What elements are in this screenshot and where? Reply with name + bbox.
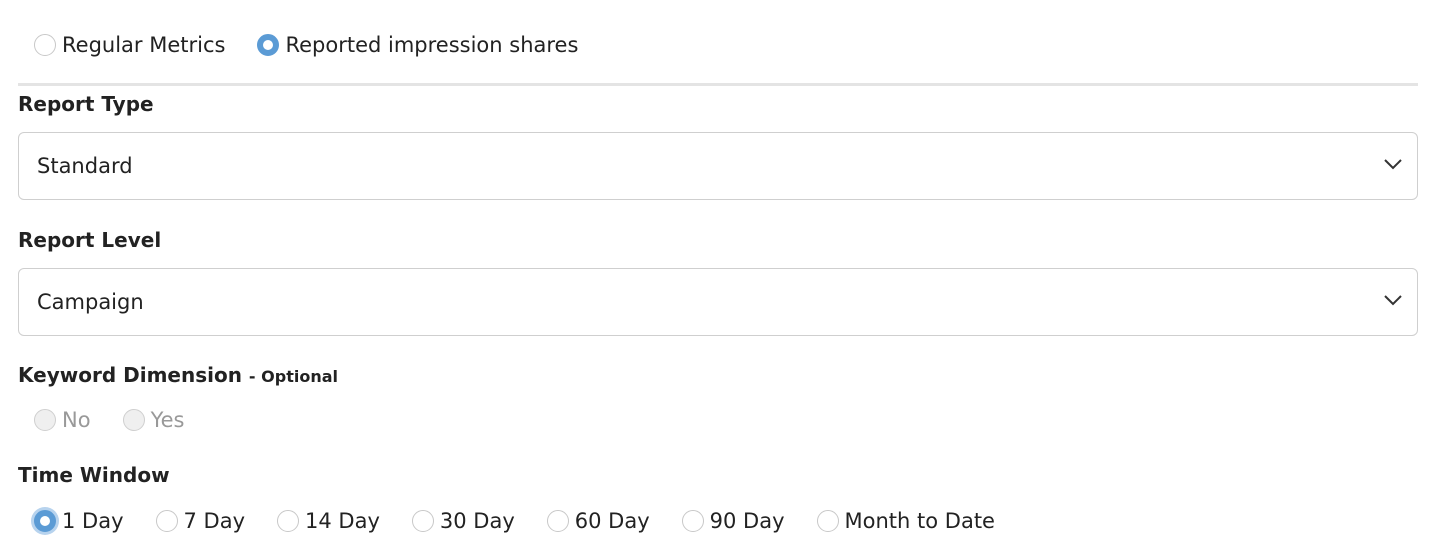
keyword-dimension-group: No Yes	[34, 408, 184, 432]
report-level-value: Campaign	[37, 290, 144, 314]
radio-circle-checked-icon	[34, 510, 56, 532]
radio-label: No	[62, 408, 91, 432]
time-window-1-day-radio[interactable]: 1 Day	[34, 509, 124, 533]
time-window-month-to-date-radio[interactable]: Month to Date	[816, 509, 995, 533]
radio-label: 7 Day	[183, 509, 246, 533]
divider	[18, 83, 1418, 86]
radio-label: Month to Date	[844, 509, 995, 533]
keyword-yes-radio[interactable]: Yes	[122, 408, 185, 432]
radio-circle-icon	[411, 510, 434, 532]
time-window-label: Time Window	[18, 463, 170, 487]
chevron-down-icon	[1384, 159, 1402, 170]
optional-tag: - Optional	[248, 367, 338, 386]
radio-circle-checked-icon	[257, 34, 280, 56]
time-window-7-day-radio[interactable]: 7 Day	[155, 509, 246, 533]
radio-label: Reported impression shares	[285, 33, 579, 57]
radio-circle-icon	[155, 510, 178, 532]
keyword-dimension-title: Keyword Dimension	[18, 363, 242, 387]
radio-label: Regular Metrics	[62, 33, 226, 57]
radio-circle-icon	[34, 409, 56, 431]
keyword-no-radio[interactable]: No	[34, 408, 91, 432]
report-type-select[interactable]: Standard	[18, 132, 1418, 200]
keyword-dimension-label: Keyword Dimension - Optional	[18, 363, 338, 387]
reported-impression-shares-radio[interactable]: Reported impression shares	[257, 33, 578, 57]
time-window-60-day-radio[interactable]: 60 Day	[546, 509, 650, 533]
radio-label: 30 Day	[439, 509, 515, 533]
radio-label: 1 Day	[62, 509, 124, 533]
radio-circle-icon	[546, 510, 569, 532]
radio-label: 14 Day	[305, 509, 380, 533]
radio-circle-icon	[34, 34, 56, 56]
radio-label: Yes	[150, 408, 185, 432]
metric-mode-group: Regular Metrics Reported impression shar…	[34, 33, 578, 57]
time-window-30-day-radio[interactable]: 30 Day	[411, 509, 515, 533]
regular-metrics-radio[interactable]: Regular Metrics	[34, 33, 225, 57]
chevron-down-icon	[1384, 295, 1402, 306]
time-window-14-day-radio[interactable]: 14 Day	[277, 509, 380, 533]
radio-circle-icon	[122, 409, 145, 431]
radio-circle-icon	[277, 510, 300, 532]
report-level-label: Report Level	[18, 228, 162, 252]
radio-label: 90 Day	[709, 509, 785, 533]
report-type-label: Report Type	[18, 92, 154, 116]
time-window-90-day-radio[interactable]: 90 Day	[681, 509, 785, 533]
radio-label: 60 Day	[574, 509, 650, 533]
report-level-select[interactable]: Campaign	[18, 268, 1418, 336]
report-type-value: Standard	[37, 154, 133, 178]
radio-circle-icon	[681, 510, 704, 532]
radio-circle-icon	[816, 510, 839, 532]
time-window-group: 1 Day 7 Day 14 Day 30 Day 60 Day 90 Day …	[34, 509, 995, 533]
